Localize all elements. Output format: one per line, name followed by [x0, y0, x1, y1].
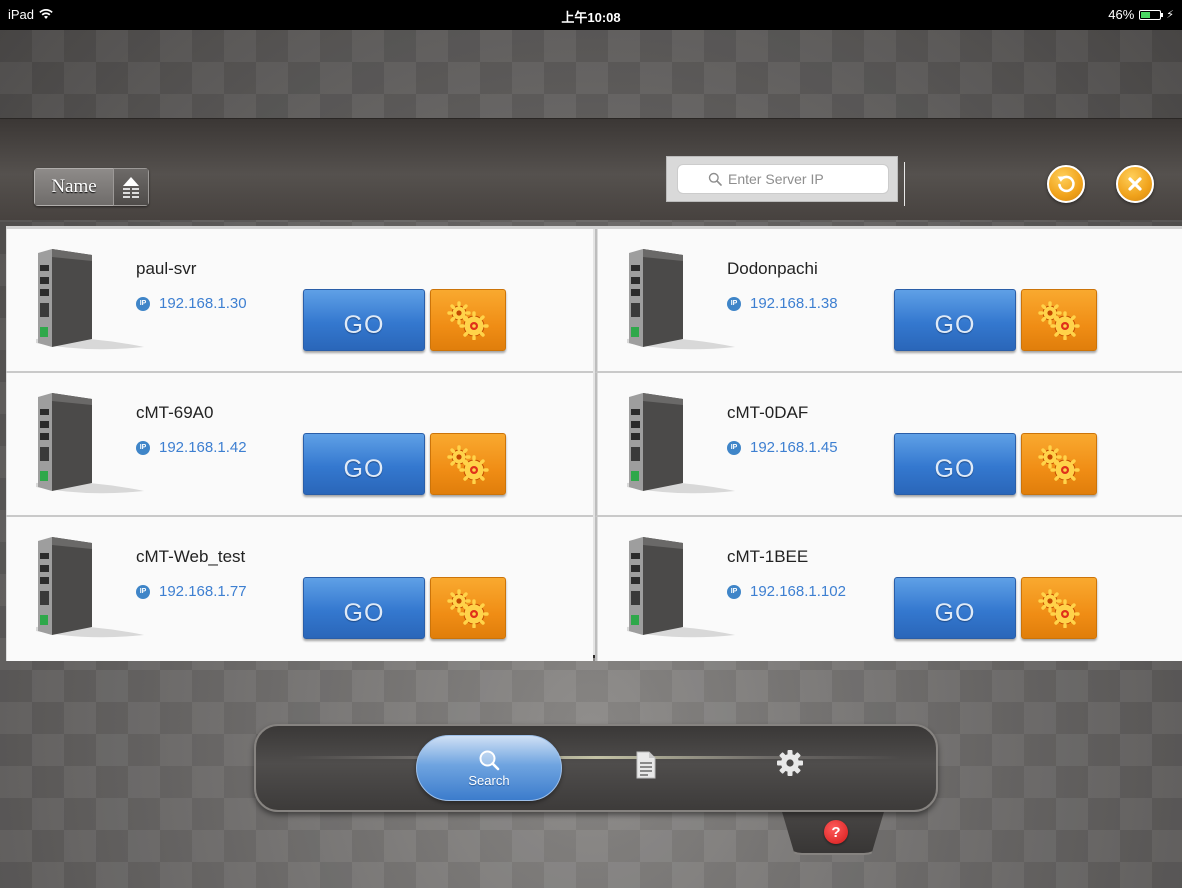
- device-settings-button[interactable]: [430, 289, 506, 351]
- ip-badge-icon: IP: [136, 584, 150, 599]
- ip-badge-icon: IP: [136, 440, 150, 455]
- ip-badge-icon: IP: [727, 584, 741, 599]
- device-ip-row: IP 192.168.1.77: [136, 583, 247, 600]
- tab-document[interactable]: [626, 745, 666, 785]
- document-icon: [636, 751, 656, 779]
- device-card: cMT-0DAF IP 192.168.1.45 GO: [595, 373, 1182, 517]
- device-ip: 192.168.1.77: [159, 583, 247, 600]
- ip-badge-icon: IP: [727, 440, 741, 455]
- device-ip-row: IP 192.168.1.102: [727, 583, 846, 600]
- status-bar: iPad 上午10:08 46% ⚡: [0, 0, 1182, 30]
- device-card: paul-svr IP 192.168.1.30 GO: [6, 229, 593, 373]
- device-list: paul-svr IP 192.168.1.30 GO Dodonpachi I…: [6, 226, 1182, 661]
- gears-icon: [1037, 588, 1081, 628]
- sort-ascending-icon: [123, 177, 139, 198]
- device-settings-button[interactable]: [1021, 289, 1097, 351]
- charging-icon: ⚡: [1166, 9, 1174, 21]
- device-name: Dodonpachi: [727, 259, 818, 278]
- hmi-device-image: [26, 387, 146, 499]
- battery-area: 46% ⚡: [1108, 7, 1174, 22]
- go-button[interactable]: GO: [894, 577, 1016, 639]
- device-ip-row: IP 192.168.1.38: [727, 295, 838, 312]
- battery-percent: 46%: [1108, 7, 1135, 22]
- sort-field-label[interactable]: Name: [34, 168, 113, 206]
- go-button[interactable]: GO: [303, 433, 425, 495]
- device-ip: 192.168.1.42: [159, 439, 247, 456]
- go-button[interactable]: GO: [894, 289, 1016, 351]
- ip-badge-icon: IP: [727, 296, 741, 311]
- device-card: cMT-69A0 IP 192.168.1.42 GO: [6, 373, 593, 517]
- hmi-device-image: [617, 387, 737, 499]
- device-ip: 192.168.1.102: [750, 583, 846, 600]
- server-ip-input[interactable]: [728, 171, 858, 187]
- gear-icon: [777, 750, 803, 776]
- device-name: cMT-Web_test: [136, 547, 246, 566]
- battery-icon: [1139, 9, 1164, 20]
- gears-icon: [446, 588, 490, 628]
- device-ip: 192.168.1.45: [750, 439, 838, 456]
- device-ip-row: IP 192.168.1.30: [136, 295, 247, 312]
- server-ip-search: [666, 156, 898, 202]
- help-button[interactable]: ?: [824, 820, 848, 844]
- device-ip-row: IP 192.168.1.45: [727, 439, 838, 456]
- magnifier-icon: [708, 172, 722, 186]
- device-name: cMT-0DAF: [727, 403, 809, 422]
- device-settings-button[interactable]: [1021, 577, 1097, 639]
- device-ip: 192.168.1.38: [750, 295, 838, 312]
- tab-settings[interactable]: [770, 743, 810, 783]
- hmi-device-image: [26, 531, 146, 643]
- tab-search-label: Search: [468, 772, 510, 788]
- go-button[interactable]: GO: [894, 433, 1016, 495]
- go-button[interactable]: GO: [303, 577, 425, 639]
- header-divider: [904, 162, 905, 206]
- gears-icon: [446, 444, 490, 484]
- device-card: cMT-Web_test IP 192.168.1.77 GO: [6, 517, 593, 661]
- close-icon: [1128, 177, 1142, 191]
- go-button[interactable]: GO: [303, 289, 425, 351]
- device-card: Dodonpachi IP 192.168.1.38 GO: [595, 229, 1182, 373]
- sort-control[interactable]: Name: [34, 168, 149, 206]
- ip-badge-icon: IP: [136, 296, 150, 311]
- device-name: cMT-1BEE: [727, 547, 809, 566]
- hmi-device-image: [617, 243, 737, 355]
- refresh-icon: [1057, 175, 1075, 193]
- hmi-device-image: [26, 243, 146, 355]
- refresh-button[interactable]: [1047, 165, 1085, 203]
- magnifier-icon: [479, 750, 500, 770]
- battery-fill: [1141, 11, 1151, 18]
- hmi-device-image: [617, 531, 737, 643]
- header-bar: [0, 118, 1182, 220]
- device-settings-button[interactable]: [1021, 433, 1097, 495]
- clock: 上午10:08: [561, 10, 621, 25]
- device-card: cMT-1BEE IP 192.168.1.102 GO: [595, 517, 1182, 661]
- close-button[interactable]: [1116, 165, 1154, 203]
- gears-icon: [1037, 444, 1081, 484]
- device-settings-button[interactable]: [430, 433, 506, 495]
- device-ip: 192.168.1.30: [159, 295, 247, 312]
- device-settings-button[interactable]: [430, 577, 506, 639]
- search-field-wrap[interactable]: [677, 164, 889, 194]
- gears-icon: [446, 300, 490, 340]
- bottom-dock: [254, 724, 938, 812]
- sort-order-button[interactable]: [113, 168, 149, 206]
- device-name: paul-svr: [136, 259, 197, 278]
- gears-icon: [1037, 300, 1081, 340]
- device-ip-row: IP 192.168.1.42: [136, 439, 247, 456]
- device-name: cMT-69A0: [136, 403, 214, 422]
- tab-search[interactable]: Search: [416, 735, 562, 801]
